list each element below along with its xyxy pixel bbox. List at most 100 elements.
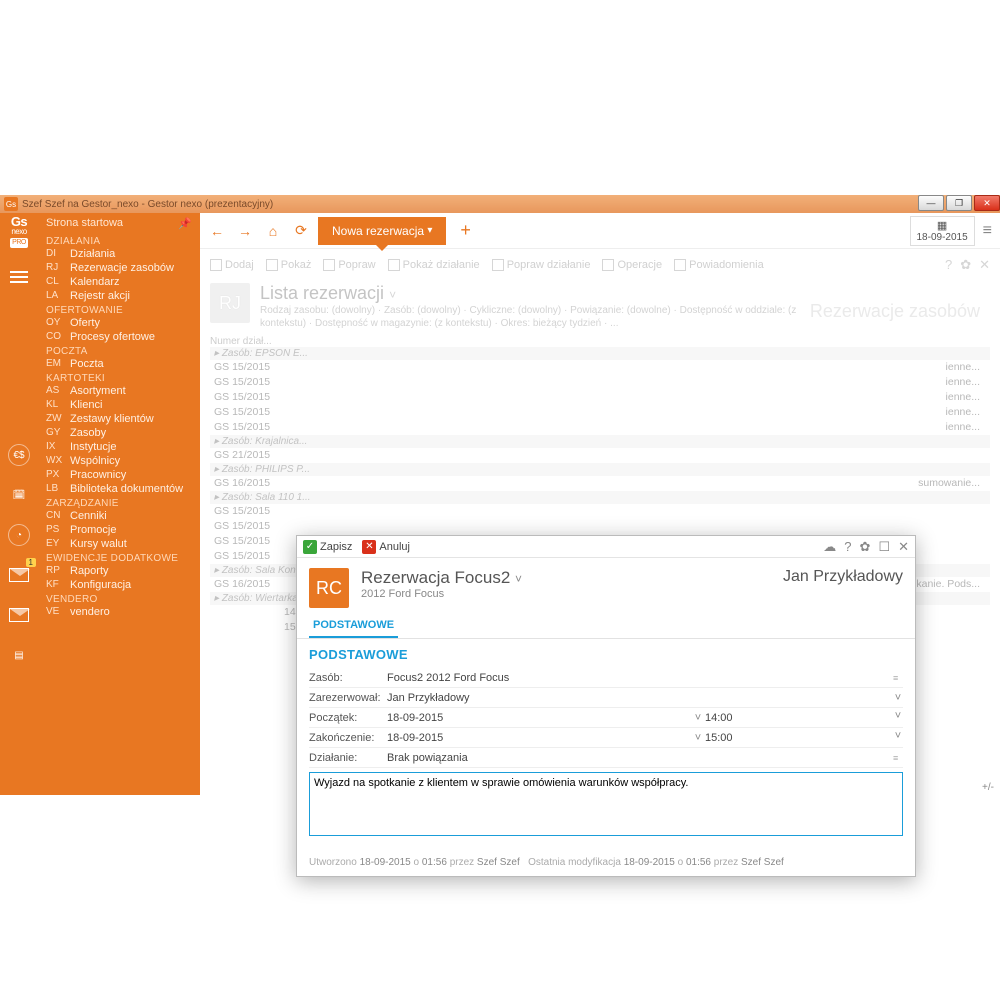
description-textarea[interactable]: [309, 772, 903, 836]
sidebar-item[interactable]: CNCenniki: [38, 509, 200, 523]
tab-active[interactable]: Nowa rezerwacja ▾: [318, 217, 446, 245]
nav-home-icon[interactable]: ⌂: [262, 220, 284, 242]
app-logo: Gs nexo PRO: [10, 217, 28, 248]
sidebar-item[interactable]: OYOferty: [38, 316, 200, 330]
sidebar-section: POCZTA: [38, 344, 200, 357]
toolbar-item[interactable]: Dodaj: [210, 259, 254, 271]
calendar-clock-icon[interactable]: 🗓: [8, 484, 30, 506]
menu-icon[interactable]: ≡: [893, 673, 903, 683]
left-rail: Gs nexo PRO €$ 🗓 ◔ 1 ▤: [0, 213, 38, 795]
group-row[interactable]: ▸ Zasób: EPSON E...: [210, 347, 990, 360]
chevron-down-icon[interactable]: ˅: [515, 572, 522, 586]
tab-add-button[interactable]: +: [452, 220, 479, 241]
toolbar-item[interactable]: Pokaż: [266, 259, 312, 271]
sidebar-item[interactable]: VEvendero: [38, 605, 200, 619]
sidebar-item[interactable]: WXWspólnicy: [38, 454, 200, 468]
column-header: Numer dział...: [210, 336, 990, 347]
chevron-down-icon[interactable]: ▾: [427, 225, 432, 236]
chevron-down-icon[interactable]: ˅: [693, 712, 703, 724]
cloud-icon[interactable]: ☁: [823, 539, 836, 555]
sidebar-item[interactable]: RPRaporty: [38, 564, 200, 578]
clock-icon[interactable]: ◔: [8, 524, 30, 546]
pin-icon[interactable]: 📌: [178, 217, 192, 230]
close-icon[interactable]: ✕: [898, 539, 909, 555]
mail-icon[interactable]: [8, 604, 30, 626]
sidebar-item[interactable]: EYKursy walut: [38, 537, 200, 551]
table-row[interactable]: GS 21/2015: [210, 448, 990, 463]
chevron-down-icon[interactable]: ˅: [893, 710, 903, 726]
currency-icon[interactable]: €$: [8, 444, 30, 466]
window-close-button[interactable]: ✕: [974, 195, 1000, 211]
hamburger-icon[interactable]: ≡: [983, 222, 992, 240]
dzialanie-field[interactable]: Brak powiązania: [385, 750, 893, 766]
toolbar-item[interactable]: Pokaż działanie: [388, 259, 480, 271]
group-row[interactable]: ▸ Zasób: Krajalnica...: [210, 435, 990, 448]
sidebar-item[interactable]: PSPromocje: [38, 523, 200, 537]
zakonczenie-date-field[interactable]: 18-09-2015: [385, 730, 693, 746]
chevron-down-icon[interactable]: ˅: [693, 732, 703, 744]
sidebar-item[interactable]: KFKonfiguracja: [38, 578, 200, 592]
table-row[interactable]: GS 16/2015sumowanie...: [210, 476, 990, 491]
table-row[interactable]: GS 15/2015: [210, 504, 990, 519]
table-row[interactable]: GS 15/2015ienne...: [210, 420, 990, 435]
menu-icon[interactable]: [10, 276, 28, 278]
table-row[interactable]: GS 15/2015ienne...: [210, 360, 990, 375]
table-row[interactable]: GS 15/2015ienne...: [210, 375, 990, 390]
list-filters[interactable]: Rodzaj zasobu: (dowolny) · Zasób: (dowol…: [260, 304, 800, 330]
chevron-down-icon[interactable]: ˅: [893, 730, 903, 746]
sidebar-item[interactable]: IXInstytucje: [38, 440, 200, 454]
window-maximize-button[interactable]: ❐: [946, 195, 972, 211]
table-row[interactable]: GS 15/2015ienne...: [210, 390, 990, 405]
window-minimize-button[interactable]: —: [918, 195, 944, 211]
cancel-button[interactable]: ✕Anuluj: [362, 540, 410, 554]
expand-toggle[interactable]: +/-: [982, 782, 994, 793]
sidebar-section: DZIAŁANIA: [38, 234, 200, 247]
sidebar-item[interactable]: PXPracownicy: [38, 468, 200, 482]
zasob-field[interactable]: Focus2 2012 Ford Focus: [385, 670, 893, 686]
help-icon[interactable]: ?: [945, 257, 952, 273]
maximize-icon[interactable]: ☐: [878, 539, 890, 555]
sidebar-item[interactable]: ASAsortyment: [38, 384, 200, 398]
help-icon[interactable]: ?: [844, 539, 851, 555]
poczatek-date-field[interactable]: 18-09-2015: [385, 710, 693, 726]
save-button[interactable]: ✓Zapisz: [303, 540, 352, 554]
menu-icon[interactable]: ≡: [893, 753, 903, 763]
sidebar-item[interactable]: LARejestr akcji: [38, 289, 200, 303]
group-row[interactable]: ▸ Zasób: PHILIPS P...: [210, 463, 990, 476]
sidebar-item[interactable]: ZWZestawy klientów: [38, 412, 200, 426]
sidebar-item[interactable]: CLKalendarz: [38, 275, 200, 289]
sidebar-home[interactable]: Strona startowa: [46, 217, 123, 230]
toolbar-item[interactable]: Popraw działanie: [492, 259, 591, 271]
sidebar-item[interactable]: KLKlienci: [38, 398, 200, 412]
sidebar-item[interactable]: EMPoczta: [38, 357, 200, 371]
zarezerwowal-field[interactable]: Jan Przykładowy: [385, 690, 893, 706]
sidebar-item[interactable]: GYZasoby: [38, 426, 200, 440]
close-icon[interactable]: ✕: [979, 257, 990, 273]
sidebar-item[interactable]: RJRezerwacje zasobów: [38, 261, 200, 275]
date-picker[interactable]: ▦ 18-09-2015: [910, 216, 975, 246]
toolbar-item[interactable]: Popraw: [323, 259, 375, 271]
nav-back-icon[interactable]: ←: [206, 220, 228, 242]
table-row[interactable]: GS 15/2015ienne...: [210, 405, 990, 420]
table-row[interactable]: GS 15/2015: [210, 519, 990, 534]
toolbar-item[interactable]: Powiadomienia: [674, 259, 764, 271]
sidebar-section: EWIDENCJE DODATKOWE: [38, 551, 200, 564]
toolbar-item[interactable]: Operacje: [602, 259, 662, 271]
certificate-icon[interactable]: ▤: [8, 644, 30, 666]
sidebar-item[interactable]: LBBiblioteka dokumentów: [38, 482, 200, 496]
gear-icon[interactable]: ✿: [960, 257, 971, 273]
mail-badge-icon[interactable]: 1: [8, 564, 30, 586]
zakonczenie-time-field[interactable]: 15:00: [703, 730, 893, 746]
group-row[interactable]: ▸ Zasób: Sala 110 1...: [210, 491, 990, 504]
sidebar-section: OFERTOWANIE: [38, 303, 200, 316]
tab-podstawowe[interactable]: PODSTAWOWE: [309, 614, 398, 638]
sidebar-item[interactable]: COProcesy ofertowe: [38, 330, 200, 344]
zasob-label: Zasób:: [309, 672, 385, 684]
gear-icon[interactable]: ✿: [860, 539, 871, 555]
poczatek-time-field[interactable]: 14:00: [703, 710, 893, 726]
nav-reload-icon[interactable]: ⟳: [290, 220, 312, 242]
nav-forward-icon[interactable]: →: [234, 220, 256, 242]
chevron-down-icon[interactable]: ˅: [893, 692, 903, 704]
list-category-title: Rezerwacje zasobów: [810, 301, 980, 322]
sidebar-item[interactable]: DIDziałania: [38, 247, 200, 261]
